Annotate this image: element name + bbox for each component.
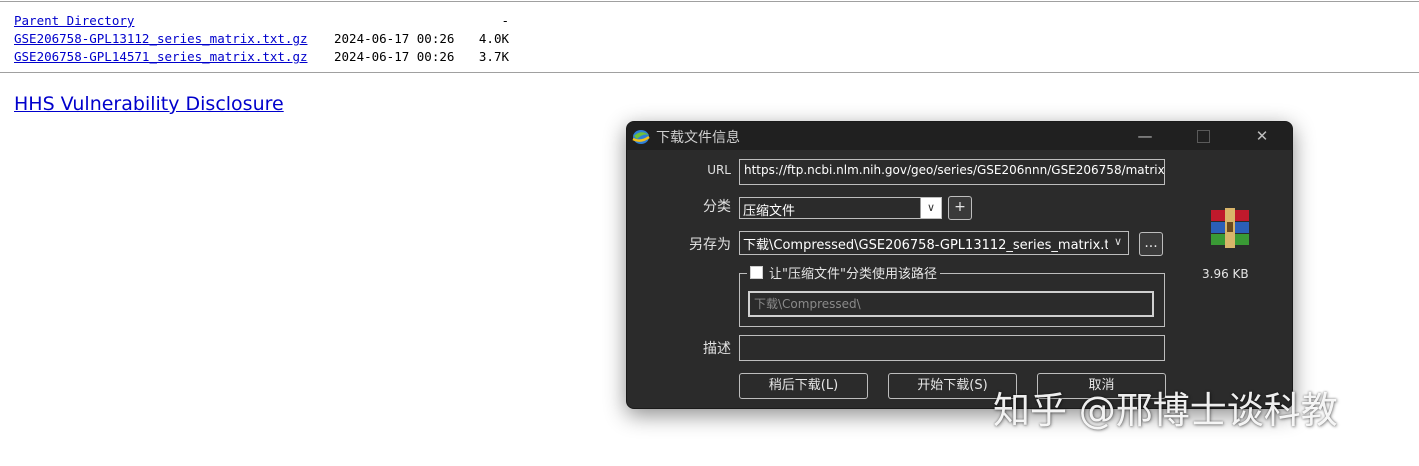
file-size: 3.7K xyxy=(478,49,509,64)
use-path-option[interactable]: 让"压缩文件"分类使用该路径 xyxy=(747,263,940,282)
file-size-text: 3.96 KB xyxy=(1202,267,1249,281)
add-category-button[interactable]: + xyxy=(948,196,972,220)
use-path-label: 让"压缩文件"分类使用该路径 xyxy=(769,267,937,282)
saveas-label: 另存为 xyxy=(689,237,731,253)
listing-row: GSE206758-GPL14571_series_matrix.txt.gz 2… xyxy=(14,48,509,66)
saveas-select[interactable]: 下载\Compressed\GSE206758-GPL13112_series_… xyxy=(739,231,1129,255)
category-value: 压缩文件 xyxy=(743,204,796,218)
listing-row: GSE206758-GPL13112_series_matrix.txt.gz 2… xyxy=(14,30,509,48)
dialog-title: 下载文件信息 xyxy=(656,130,740,146)
category-select[interactable]: 压缩文件 ∨ xyxy=(739,197,942,219)
maximize-icon xyxy=(1196,130,1210,143)
chevron-down-icon: ∨ xyxy=(1108,232,1128,254)
bottom-rule xyxy=(0,72,1419,73)
minimize-button[interactable]: — xyxy=(1125,125,1165,147)
parent-directory-link[interactable]: Parent Directory xyxy=(14,13,134,28)
zhihu-watermark: 知乎 @邢博士谈科教 xyxy=(993,389,1338,432)
close-button[interactable]: ✕ xyxy=(1242,125,1282,147)
url-field[interactable]: https://ftp.ncbi.nlm.nih.gov/geo/series/… xyxy=(739,159,1165,185)
description-label: 描述 xyxy=(703,341,731,357)
file-date: 2024-06-17 00:26 xyxy=(334,49,455,64)
file-listing: Parent Directory - GSE206758-GPL13112_ser… xyxy=(14,12,509,66)
file-link[interactable]: GSE206758-GPL14571_series_matrix.txt.gz xyxy=(14,49,308,64)
use-path-checkbox[interactable] xyxy=(750,266,763,279)
dialog-titlebar[interactable]: 下载文件信息 — ✕ xyxy=(627,122,1292,150)
idm-globe-icon xyxy=(632,130,650,144)
file-size: 4.0K xyxy=(478,31,509,46)
parent-date xyxy=(334,12,469,30)
top-rule xyxy=(0,1,1419,2)
winrar-archive-icon xyxy=(1211,208,1249,248)
chevron-down-icon: ∨ xyxy=(920,198,941,218)
listing-row-parent: Parent Directory - xyxy=(14,12,509,30)
file-link[interactable]: GSE206758-GPL13112_series_matrix.txt.gz xyxy=(14,31,308,46)
parent-size: - xyxy=(501,13,509,28)
maximize-button[interactable] xyxy=(1183,125,1223,147)
file-date: 2024-06-17 00:26 xyxy=(334,31,455,46)
default-path-field[interactable]: 下载\Compressed\ xyxy=(748,291,1154,317)
category-label: 分类 xyxy=(703,199,731,215)
saveas-value: 下载\Compressed\GSE206758-GPL13112_series_… xyxy=(743,238,1108,253)
download-file-info-dialog: 下载文件信息 — ✕ URL https://ftp.ncbi.nlm.nih.… xyxy=(626,121,1293,409)
hhs-vulnerability-link[interactable]: HHS Vulnerability Disclosure xyxy=(14,93,284,115)
url-label: URL xyxy=(707,163,731,177)
description-field[interactable] xyxy=(739,335,1165,361)
browse-button[interactable]: ... xyxy=(1139,232,1163,256)
download-later-button[interactable]: 稍后下载(L) xyxy=(739,373,868,399)
